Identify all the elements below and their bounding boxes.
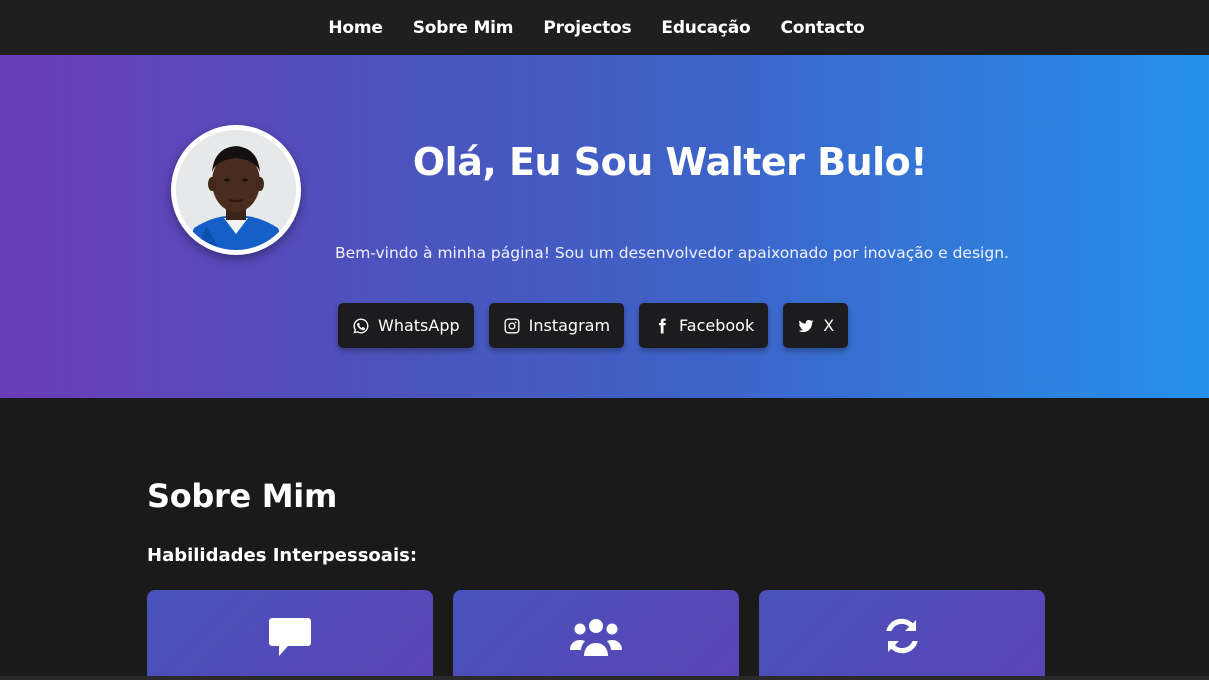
skill-card-adaptability <box>759 590 1045 680</box>
nav-link-educacao[interactable]: Educação <box>661 18 750 38</box>
social-links: WhatsApp Instagram Facebook X <box>338 303 849 348</box>
twitter-icon <box>798 319 814 332</box>
about-section-title: Sobre Mim <box>147 477 338 515</box>
nav-link-home[interactable]: Home <box>328 18 383 38</box>
soft-skills-title: Habilidades Interpessoais: <box>147 545 418 566</box>
x-button[interactable]: X <box>783 303 849 348</box>
hero-section: Olá, Eu Sou Walter Bulo! Bem-vindo à min… <box>0 55 1209 398</box>
top-navigation: Home Sobre Mim Projectos Educação Contac… <box>0 0 1209 55</box>
whatsapp-button[interactable]: WhatsApp <box>338 303 474 348</box>
profile-avatar <box>171 125 301 255</box>
facebook-button[interactable]: Facebook <box>639 303 769 348</box>
users-icon <box>570 619 622 656</box>
nav-link-contacto[interactable]: Contacto <box>780 18 864 38</box>
whatsapp-icon <box>353 318 369 333</box>
skill-card-communication <box>147 590 433 680</box>
skill-card-teamwork <box>453 590 739 680</box>
hero-subtitle: Bem-vindo à minha página! Sou um desenvo… <box>335 244 1009 262</box>
instagram-button[interactable]: Instagram <box>488 303 625 348</box>
skills-cards <box>147 590 1045 680</box>
comment-icon <box>269 618 311 656</box>
profile-photo <box>176 130 296 250</box>
nav-link-sobre-mim[interactable]: Sobre Mim <box>413 18 514 38</box>
facebook-icon <box>659 318 666 333</box>
nav-link-projectos[interactable]: Projectos <box>543 18 631 38</box>
whatsapp-label: WhatsApp <box>378 316 460 335</box>
facebook-label: Facebook <box>679 316 755 335</box>
horizontal-scrollbar[interactable] <box>0 676 1209 680</box>
sync-icon <box>886 618 918 654</box>
instagram-icon <box>504 318 520 333</box>
x-label: X <box>823 316 835 335</box>
hero-title: Olá, Eu Sou Walter Bulo! <box>412 140 928 184</box>
instagram-label: Instagram <box>528 316 611 335</box>
